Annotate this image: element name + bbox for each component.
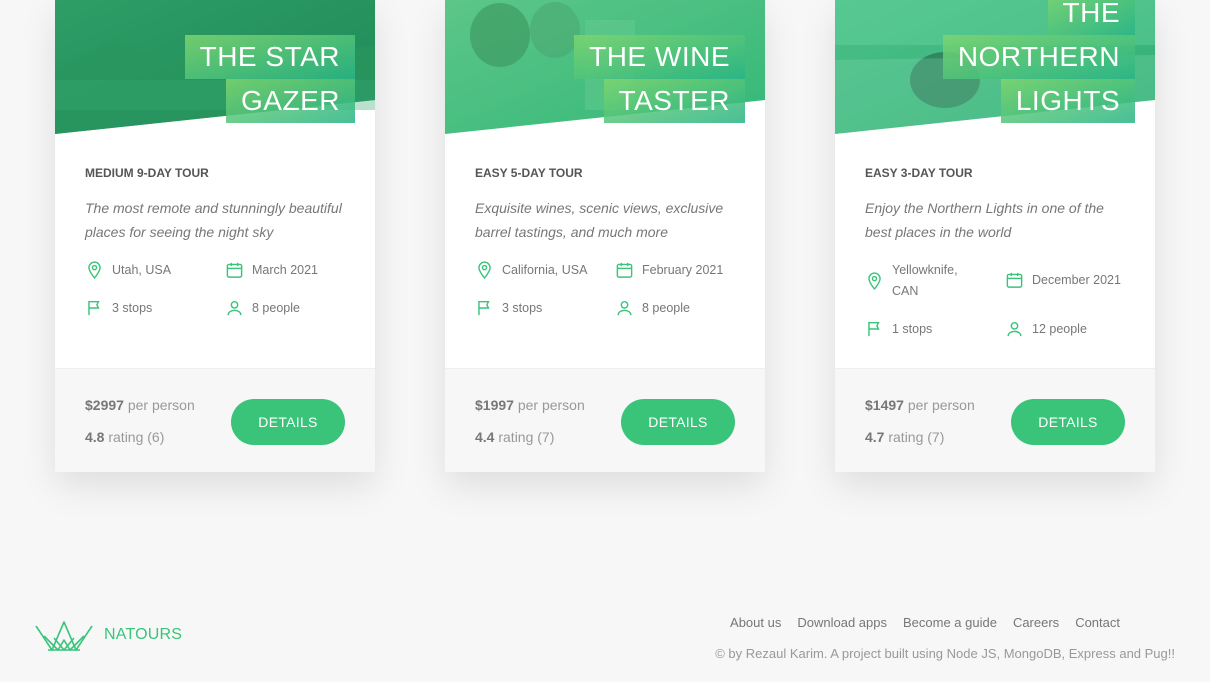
card-details: MEDIUM 9-DAY TOUR The most remote and st… [85,134,345,316]
tour-difficulty-duration: EASY 5-DAY TOUR [475,166,583,180]
tour-location-text: Yellowknife, CAN [892,260,958,302]
tour-price: $1497 per person [865,397,975,413]
location-line-1: Yellowknife, [892,263,958,277]
tour-stops: 3 stops [85,298,152,318]
tour-location: Yellowknife, CAN [865,260,958,302]
tour-stops-text: 1 stops [892,322,933,336]
price-unit: per person [517,397,585,413]
card-details: EASY 3-DAY TOUR Enjoy the Northern Light… [865,134,1125,337]
location-line-2: CAN [892,284,919,298]
tour-date: December 2021 [1005,270,1121,290]
rating-text: rating (7) [888,429,945,445]
tour-people-text: 8 people [252,301,300,315]
rating-value: 4.4 [475,429,495,445]
footer-logo[interactable]: NATOURS [34,618,182,652]
map-pin-icon [868,272,881,290]
tour-location: Utah, USA [85,260,171,280]
price-value: $1497 [865,397,904,413]
price-value: $1997 [475,397,514,413]
tour-difficulty-duration: EASY 3-DAY TOUR [865,166,973,180]
rating-value: 4.8 [85,429,105,445]
card-footer: $1997 per person 4.4 rating (7) DETAILS [445,368,765,472]
tour-stops: 1 stops [865,319,932,339]
copyright-text: © by Rezaul Karim. A project built using… [715,646,1175,661]
tour-people-text: 12 people [1032,322,1087,336]
tour-price: $2997 per person [85,397,195,413]
calendar-icon [616,262,633,278]
tour-date-text: December 2021 [1032,273,1121,287]
tour-date: February 2021 [615,260,723,280]
rating-text: rating (6) [108,429,165,445]
footer-link-careers[interactable]: Careers [1013,615,1059,630]
card-details: EASY 5-DAY TOUR Exquisite wines, scenic … [475,134,735,316]
tour-date-text: February 2021 [642,263,724,277]
tour-card-star-gazer: THE STAR GAZER MEDIUM 9-DAY TOUR The mos… [55,0,375,472]
tour-card-northern-lights: THE NORTHERN LIGHTS EASY 3-DAY TOUR Enjo… [835,0,1155,472]
tour-date: March 2021 [225,260,318,280]
tour-stops-text: 3 stops [502,301,543,315]
footer-link-contact[interactable]: Contact [1075,615,1120,630]
tour-location-text: California, USA [502,263,588,277]
map-pin-icon [88,261,101,279]
brand-name: NATOURS [104,626,183,643]
card-header: THE NORTHERN LIGHTS [835,0,1155,134]
title-line-1: THE STAR [184,35,355,79]
flag-icon [868,321,880,337]
tour-stops: 3 stops [475,298,542,318]
tour-cards: THE STAR GAZER MEDIUM 9-DAY TOUR The mos… [0,0,1210,480]
tour-date-text: March 2021 [252,263,319,277]
tour-people: 12 people [1005,319,1087,339]
map-pin-icon [478,261,491,279]
footer-nav: About us Download apps Become a guide Ca… [714,615,1120,630]
footer-link-download-apps[interactable]: Download apps [797,615,887,630]
tour-difficulty-duration: MEDIUM 9-DAY TOUR [85,166,209,180]
tour-rating: 4.8 rating (6) [85,429,164,445]
tour-people: 8 people [225,298,300,318]
title-line-2: GAZER [226,79,355,123]
tour-stops-text: 3 stops [112,301,153,315]
tour-rating: 4.7 rating (7) [865,429,944,445]
details-button[interactable]: DETAILS [1011,399,1125,445]
title-line-2: TASTER [603,79,745,123]
details-button[interactable]: DETAILS [231,399,345,445]
price-value: $2997 [85,397,124,413]
tour-people: 8 people [615,298,690,318]
tour-location-text: Utah, USA [112,263,172,277]
natours-logo-icon [35,621,93,651]
tour-summary: Enjoy the Northern Lights in one of the … [865,200,1104,240]
tour-price: $1997 per person [475,397,585,413]
rating-text: rating (7) [498,429,555,445]
tour-rating: 4.4 rating (7) [475,429,554,445]
tour-summary: Exquisite wines, scenic views, exclusive… [475,200,724,240]
card-header: THE STAR GAZER [55,0,375,134]
card-footer: $1497 per person 4.7 rating (7) DETAILS [835,368,1155,472]
footer-link-become-guide[interactable]: Become a guide [903,615,997,630]
title-line-1: THE WINE [574,35,745,79]
user-icon [617,300,632,316]
card-header: THE WINE TASTER [445,0,765,134]
price-unit: per person [907,397,975,413]
tour-location: California, USA [475,260,587,280]
tour-people-text: 8 people [642,301,690,315]
footer-link-about[interactable]: About us [730,615,781,630]
price-unit: per person [127,397,195,413]
card-footer: $2997 per person 4.8 rating (6) DETAILS [55,368,375,472]
flag-icon [88,300,100,316]
user-icon [227,300,242,316]
rating-value: 4.7 [865,429,885,445]
tour-summary: The most remote and stunningly beautiful… [85,200,342,240]
calendar-icon [1006,272,1023,288]
flag-icon [478,300,490,316]
title-line-1: THE [1047,0,1135,35]
title-line-3: LIGHTS [1000,79,1135,123]
tour-card-wine-taster: THE WINE TASTER EASY 5-DAY TOUR Exquisit… [445,0,765,472]
details-button[interactable]: DETAILS [621,399,735,445]
calendar-icon [226,262,243,278]
title-line-2: NORTHERN [942,35,1135,79]
user-icon [1007,321,1022,337]
